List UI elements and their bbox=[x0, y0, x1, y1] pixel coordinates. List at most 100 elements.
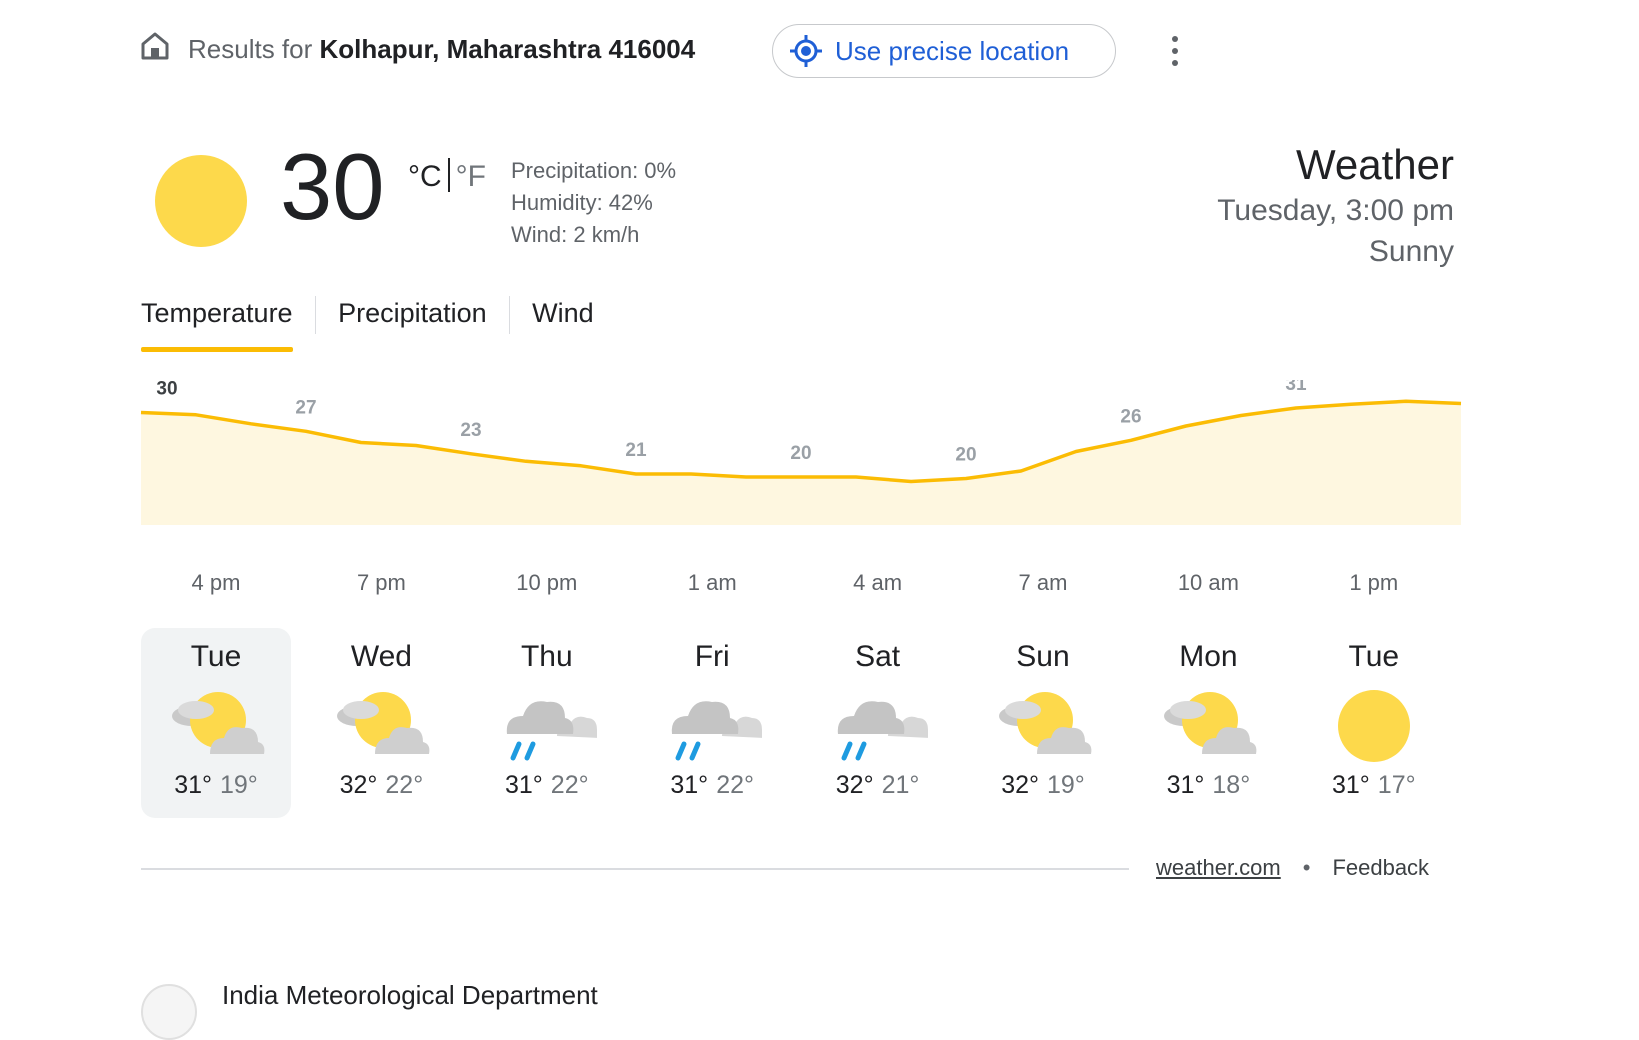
daily-forecast: Tue 31° 19° Wed 32° 22° Thu 31° 22° Fri 31° 22° Sat 3… bbox=[141, 628, 1461, 818]
use-precise-location-label: Use precise location bbox=[835, 35, 1070, 66]
day-forecast-tue[interactable]: Tue 31° 17° bbox=[1299, 628, 1449, 818]
day-forecast-wed[interactable]: Wed 32° 22° bbox=[306, 628, 456, 818]
chart-time-tick: 1 pm bbox=[1349, 570, 1398, 595]
low-temp: 17° bbox=[1377, 771, 1416, 799]
day-forecast-mon[interactable]: Mon 31° 18° bbox=[1133, 628, 1283, 818]
tab-temperature[interactable]: Temperature bbox=[141, 292, 293, 352]
weather-datetime: Tuesday, 3:00 pm bbox=[1217, 194, 1454, 227]
weather-details: Precipitation: 0% Humidity: 42% Wind: 2 … bbox=[511, 155, 676, 251]
feedback-link[interactable]: Feedback bbox=[1332, 855, 1429, 880]
location-bar: Results for Kolhapur, Maharashtra 416004… bbox=[0, 0, 1639, 100]
more-options-icon[interactable] bbox=[1163, 36, 1187, 70]
day-name: Sun bbox=[1016, 640, 1070, 673]
use-precise-location-button[interactable]: Use precise location bbox=[772, 24, 1116, 78]
footer-separator: • bbox=[1302, 855, 1311, 880]
chart-time-tick: 1 am bbox=[688, 570, 737, 595]
high-temp: 31° bbox=[1331, 771, 1370, 799]
day-name: Tue bbox=[1348, 640, 1400, 673]
humidity-detail: Humidity: 42% bbox=[511, 190, 653, 215]
day-temps: 32° 22° bbox=[306, 771, 456, 800]
low-temp: 19° bbox=[220, 771, 258, 799]
day-forecast-thu[interactable]: Thu 31° 22° bbox=[472, 628, 622, 818]
chart-time-tick: 7 am bbox=[1019, 570, 1068, 595]
day-name: Thu bbox=[520, 640, 573, 673]
chart-data-label: 20 bbox=[955, 445, 976, 466]
partly-cloudy-icon bbox=[1164, 692, 1257, 754]
sun-icon bbox=[1337, 690, 1410, 762]
weather-header: Weather Tuesday, 3:00 pm Sunny bbox=[1217, 140, 1454, 272]
day-temps: 31° 22° bbox=[637, 771, 787, 800]
location-prefix: Results for bbox=[188, 34, 320, 64]
tab-wind[interactable]: Wind bbox=[532, 292, 594, 352]
weather-source-link[interactable]: weather.com bbox=[1156, 855, 1281, 880]
unit-toggle: °C °F bbox=[408, 158, 486, 194]
day-name: Wed bbox=[350, 640, 412, 673]
chart-data-label: 30 bbox=[156, 380, 177, 400]
unit-divider bbox=[447, 158, 450, 192]
low-temp: 22° bbox=[550, 771, 589, 799]
chart-data-label: 27 bbox=[295, 397, 316, 418]
chart-time-tick: 4 pm bbox=[192, 570, 241, 595]
chart-tabs: Temperature Precipitation Wind bbox=[141, 292, 594, 352]
imd-emblem-icon bbox=[141, 984, 197, 1040]
high-temp: 31° bbox=[504, 771, 543, 799]
low-temp: 18° bbox=[1212, 771, 1251, 799]
high-temp: 32° bbox=[835, 771, 874, 799]
day-temps: 31° 22° bbox=[472, 771, 622, 800]
weather-condition: Sunny bbox=[1368, 235, 1454, 268]
tab-precipitation[interactable]: Precipitation bbox=[338, 292, 487, 352]
wind-detail: Wind: 2 km/h bbox=[511, 222, 640, 247]
day-forecast-tue[interactable]: Tue 31° 19° bbox=[141, 628, 291, 818]
temperature-chart: 30 27 23 21 20 20 26 31 4 pm 7 pm 10 pm 1 am 4 am 7 a… bbox=[140, 380, 1462, 595]
day-temps: 32° 19° bbox=[968, 771, 1118, 800]
footer-divider bbox=[141, 868, 1129, 870]
low-temp: 22° bbox=[716, 771, 754, 799]
current-temperature: 30 bbox=[280, 134, 385, 239]
day-temps: 32° 21° bbox=[803, 771, 953, 800]
sun-icon bbox=[155, 155, 247, 247]
celsius-toggle[interactable]: °C bbox=[408, 160, 442, 193]
chart-data-label: 26 bbox=[1120, 406, 1141, 427]
partly-cloudy-icon bbox=[337, 692, 430, 754]
high-temp: 32° bbox=[339, 771, 378, 799]
day-name: Tue bbox=[190, 640, 242, 673]
chart-time-tick: 10 pm bbox=[516, 570, 577, 595]
rain-cloud-icon bbox=[837, 701, 928, 761]
low-temp: 21° bbox=[881, 771, 920, 799]
rain-cloud-icon bbox=[506, 701, 597, 761]
day-temps: 31° 17° bbox=[1299, 771, 1449, 800]
chart-time-tick: 10 am bbox=[1178, 570, 1239, 595]
imd-result-title[interactable]: India Meteorological Department bbox=[222, 980, 598, 1011]
rain-cloud-icon bbox=[671, 701, 763, 761]
crosshair-location-icon bbox=[790, 35, 822, 67]
high-temp: 31° bbox=[174, 771, 212, 799]
day-forecast-sat[interactable]: Sat 32° 21° bbox=[803, 628, 953, 818]
low-temp: 22° bbox=[385, 771, 424, 799]
partly-cloudy-icon bbox=[172, 692, 265, 754]
high-temp: 31° bbox=[670, 771, 709, 799]
low-temp: 19° bbox=[1047, 771, 1085, 799]
day-name: Mon bbox=[1179, 640, 1238, 673]
day-forecast-sun[interactable]: Sun 32° 19° bbox=[968, 628, 1118, 818]
weather-title: Weather bbox=[1296, 141, 1454, 188]
location-place: Kolhapur, Maharashtra 416004 bbox=[319, 34, 696, 64]
high-temp: 31° bbox=[1166, 771, 1205, 799]
chart-data-label: 20 bbox=[790, 443, 811, 464]
chart-data-label: 31 bbox=[1285, 380, 1307, 395]
partly-cloudy-icon bbox=[999, 692, 1092, 754]
precipitation-detail: Precipitation: 0% bbox=[511, 158, 677, 183]
day-name: Fri bbox=[694, 640, 730, 673]
day-name: Sat bbox=[855, 640, 901, 673]
tab-divider bbox=[314, 296, 317, 334]
fahrenheit-toggle[interactable]: °F bbox=[456, 160, 486, 193]
tab-divider bbox=[508, 296, 511, 334]
footer-links: weather.com • Feedback bbox=[1156, 855, 1429, 881]
location-text: Results for Kolhapur, Maharashtra 416004 bbox=[188, 34, 695, 65]
chart-time-tick: 7 pm bbox=[357, 570, 406, 595]
day-temps: 31° 18° bbox=[1133, 771, 1283, 800]
high-temp: 32° bbox=[1001, 771, 1039, 799]
day-temps: 31° 19° bbox=[141, 771, 291, 800]
day-forecast-fri[interactable]: Fri 31° 22° bbox=[637, 628, 787, 818]
chart-time-tick: 4 am bbox=[853, 570, 902, 595]
home-icon bbox=[141, 32, 169, 60]
